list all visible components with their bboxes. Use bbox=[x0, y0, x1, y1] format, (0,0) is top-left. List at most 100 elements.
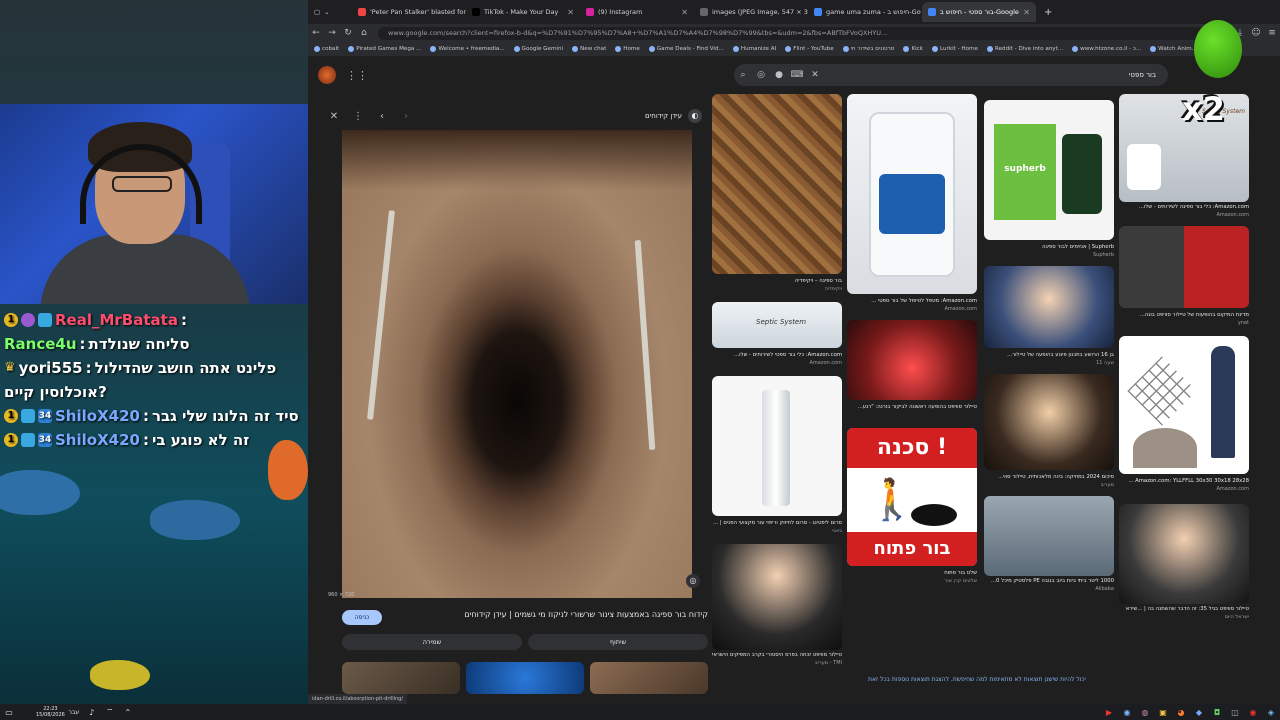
result-image[interactable] bbox=[984, 374, 1114, 470]
result-caption[interactable]: Amazon.com: כלי בור ספיגה לשירותים - שלו… bbox=[1119, 204, 1249, 210]
chat-text: אוכלוסין קיים? bbox=[4, 383, 107, 401]
chat-username[interactable]: Rance4u bbox=[4, 335, 77, 353]
result-caption[interactable]: Amazon.com: מטפל לטיפול של בור ספטי ... bbox=[847, 298, 977, 304]
browser-tab[interactable]: (9) Instagram ✕ bbox=[580, 2, 694, 22]
bookmark-item[interactable]: Reddit - Dive into anyt... bbox=[986, 46, 1063, 52]
bookmark-item[interactable]: Pirated Games Mega ... bbox=[348, 46, 421, 52]
result-caption[interactable]: סיכום 2024 במוזיקה: בינה מלאכותית, טיילו… bbox=[984, 474, 1114, 480]
youtube-icon[interactable]: ▶ bbox=[1100, 708, 1118, 717]
chat-text: סיד זה הלוגו שלי גבר bbox=[151, 407, 299, 425]
result-caption[interactable]: בור ספיגה – ויקיפדיה bbox=[712, 278, 842, 284]
dropdown-icon[interactable]: ⌄ bbox=[324, 8, 329, 16]
app-icon-5[interactable]: ◈ bbox=[1262, 708, 1280, 717]
result-caption[interactable]: שלט בור פתוח bbox=[847, 570, 977, 576]
bookmark-item[interactable]: cobalt bbox=[314, 46, 339, 52]
result-image[interactable] bbox=[712, 94, 842, 274]
tab-close-icon[interactable]: ✕ bbox=[567, 8, 574, 17]
result-image[interactable]: Septic System bbox=[712, 302, 842, 348]
browser-tab[interactable]: TikTok - Make Your Day ✕ bbox=[466, 2, 580, 22]
clock[interactable]: 22:23 15/08/2026 bbox=[36, 706, 65, 718]
result-caption[interactable]: בן 16 הרושע בתכנון פיגוע בהופעה של טיילו… bbox=[984, 352, 1114, 358]
chat-message: Rance4u: סליחה שנולדת bbox=[4, 332, 304, 356]
window-icon[interactable]: ▢ bbox=[314, 8, 320, 16]
result-caption[interactable]: Amazon.com: כלי בור ספטי לשירותים - שלו.… bbox=[712, 352, 842, 358]
tray-chevron-icon[interactable]: ⌃ bbox=[119, 708, 137, 717]
bookmark-item[interactable]: Google Gemini bbox=[513, 46, 563, 52]
chat-username[interactable]: ShiloX420 bbox=[55, 431, 140, 449]
result-caption[interactable]: טיילור סוויפט בגיל 35: זה הדבר שהשתנה בה… bbox=[1119, 606, 1249, 612]
result-caption[interactable]: מדינת המיקום בהופעות של טיילור סוויפט בו… bbox=[1119, 312, 1249, 318]
bookmark-item[interactable]: סרטונים בשידור חי bbox=[842, 46, 894, 52]
menu-icon[interactable]: ≡ bbox=[1264, 28, 1280, 38]
bookmark-item[interactable]: Kick bbox=[903, 46, 923, 52]
language-indicator[interactable]: עבר bbox=[65, 709, 83, 716]
forward-icon[interactable]: → bbox=[324, 28, 340, 38]
bookmark-item[interactable]: Game Deals - Find Vid... bbox=[648, 46, 724, 52]
bookmark-favicon-icon bbox=[648, 46, 655, 52]
volume-icon[interactable]: ♪ bbox=[83, 708, 101, 717]
app-icon-4[interactable]: ◉ bbox=[1244, 708, 1262, 717]
result-image[interactable] bbox=[847, 94, 977, 294]
crown-badge-icon: ♛ bbox=[4, 360, 16, 375]
app-icon-3[interactable]: ◫ bbox=[1226, 708, 1244, 717]
result-caption[interactable]: טיילור סוויפט זכתה בפרס היסטורי בקרב המפ… bbox=[712, 652, 842, 658]
folder-icon[interactable]: ▣ bbox=[1154, 708, 1172, 717]
result-caption[interactable]: סרום ליפטינג - סרום לחיזוק וריפוי עור מק… bbox=[712, 520, 842, 526]
obs-icon[interactable]: ◍ bbox=[1136, 708, 1154, 717]
bookmark-item[interactable]: Home bbox=[615, 46, 640, 52]
bookmark-item[interactable]: New chat bbox=[572, 46, 606, 52]
result-caption[interactable]: Supherb | אנזימים לבור ספיגה bbox=[984, 244, 1114, 250]
chat-text: סליחה שנולדת bbox=[88, 335, 190, 353]
chat-username[interactable]: yori555 bbox=[19, 359, 83, 377]
url-field[interactable]: www.google.com/search?client=firefox-b-d… bbox=[378, 26, 1232, 40]
footer-note[interactable]: יכול להיות שישנן תוצאות לא מתאימות למה ש… bbox=[868, 676, 1086, 683]
app-icon-2[interactable]: ◘ bbox=[1208, 708, 1226, 717]
chat-username[interactable]: ShiloX420 bbox=[55, 407, 140, 425]
result-caption[interactable]: טיילור סוויפט בהופעה ראשונה לביקור בורנה… bbox=[847, 404, 977, 410]
bookmark-item[interactable]: Flint - YouTube bbox=[785, 46, 834, 52]
network-icon[interactable]: ⌔ bbox=[101, 707, 119, 717]
tier-badge-icon: 1 bbox=[4, 433, 18, 447]
result-image[interactable] bbox=[712, 376, 842, 516]
result-image[interactable] bbox=[847, 320, 977, 400]
steam-icon[interactable]: ◉ bbox=[1118, 708, 1136, 717]
bookmark-item[interactable]: Humanize AI bbox=[732, 46, 776, 52]
browser-tab[interactable]: images (JPEG Image, 547 × 365 pix✕ bbox=[694, 2, 808, 22]
tab-close-icon[interactable]: ✕ bbox=[1023, 8, 1030, 17]
result-image[interactable]: supherb bbox=[984, 100, 1114, 240]
result-source: ynet bbox=[1237, 320, 1249, 326]
reload-icon[interactable]: ↻ bbox=[340, 28, 356, 38]
notification-icon[interactable]: ▭ bbox=[0, 708, 18, 717]
back-icon[interactable]: ← bbox=[308, 28, 324, 38]
result-source: Amazon.com bbox=[1216, 486, 1249, 492]
result-caption[interactable]: 1000 ליטר ביתי ביות ביוב בגובה PE פלסטיק… bbox=[984, 578, 1114, 584]
result-image[interactable] bbox=[1119, 504, 1249, 604]
clock-date: 15/08/2026 bbox=[36, 712, 65, 718]
bookmark-item[interactable]: www.htzone.co.il - כ... bbox=[1072, 46, 1141, 52]
home-icon[interactable]: ⌂ bbox=[356, 28, 372, 38]
result-image[interactable] bbox=[984, 496, 1114, 576]
bookmark-item[interactable]: Welcome • freemedia... bbox=[430, 46, 505, 52]
danger-sign-bottom: בור פתוח bbox=[847, 532, 977, 566]
jug-label bbox=[879, 174, 945, 234]
browser-tab[interactable]: בור ספטי - חיפוש ב-Google ✕ bbox=[922, 2, 1036, 22]
account-icon[interactable]: ☺ bbox=[1248, 28, 1264, 38]
firefox-icon[interactable]: ◕ bbox=[1172, 708, 1190, 717]
tab-close-icon[interactable]: ✕ bbox=[681, 8, 688, 17]
result-image[interactable] bbox=[984, 266, 1114, 348]
bookmark-favicon-icon bbox=[986, 46, 993, 52]
result-image[interactable]: סכנה ! 🚶 בור פתוח bbox=[847, 428, 977, 566]
browser-tab[interactable]: game uma zuma - חיפוש ב-Go✕ bbox=[808, 2, 922, 22]
sub-badge-icon bbox=[21, 313, 35, 327]
result-source: Amazon.com bbox=[809, 360, 842, 366]
result-source: Alibaba bbox=[1095, 586, 1114, 592]
app-icon[interactable]: ◆ bbox=[1190, 708, 1208, 717]
new-tab-icon[interactable]: + bbox=[1036, 7, 1060, 18]
browser-tab[interactable]: 'Peter Pan Stalker' blasted for '‘✕ bbox=[352, 2, 466, 22]
result-image[interactable] bbox=[1119, 336, 1249, 474]
result-image[interactable] bbox=[1119, 226, 1249, 308]
result-caption[interactable]: Amazon.com: YLLFFLL 30x30 30x18 28x28 ..… bbox=[1119, 478, 1249, 484]
chat-username[interactable]: Real_MrBatata bbox=[55, 311, 178, 329]
result-image[interactable] bbox=[712, 544, 842, 650]
bookmark-item[interactable]: Lurkit - Home bbox=[931, 46, 978, 52]
